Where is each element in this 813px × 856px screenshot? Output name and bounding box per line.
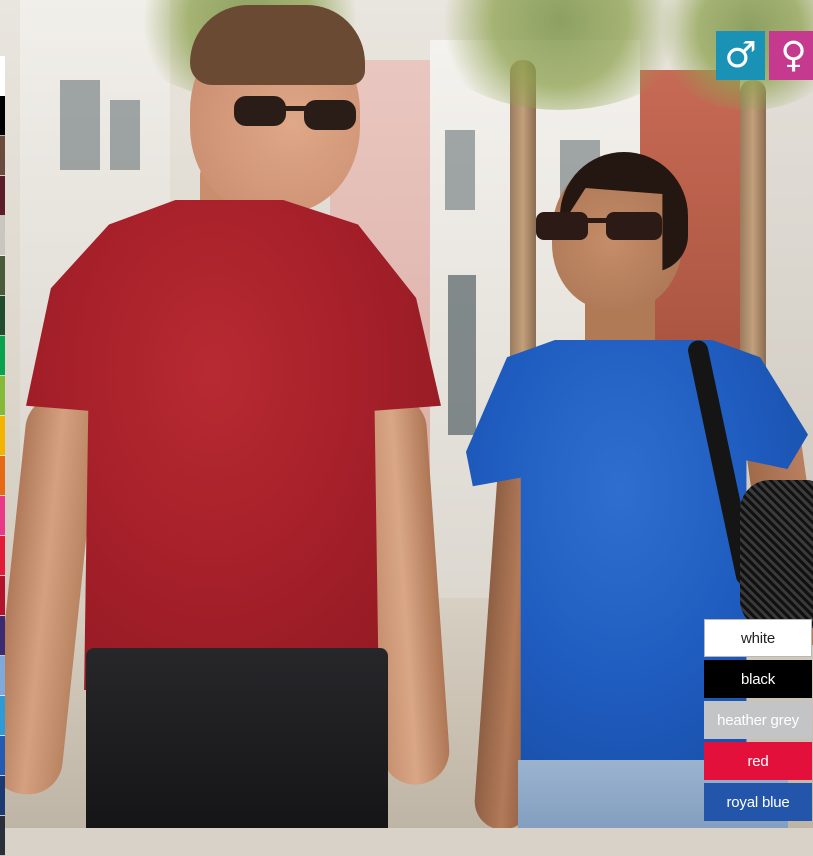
lifestyle-photo [0, 0, 813, 828]
color-legend: white black heather grey red royal blue [704, 619, 812, 821]
color-swatch[interactable] [0, 56, 5, 96]
palm-trunk [740, 80, 766, 380]
color-swatch[interactable] [0, 696, 5, 736]
color-swatch[interactable] [0, 336, 5, 376]
window [448, 275, 476, 435]
sunglasses [536, 212, 662, 240]
color-swatch[interactable] [0, 376, 5, 416]
female-icon[interactable]: ♀ [769, 31, 813, 80]
color-swatch[interactable] [0, 136, 5, 176]
color-swatch[interactable] [0, 216, 5, 256]
color-swatch[interactable] [0, 296, 5, 336]
color-swatch[interactable] [0, 776, 5, 816]
color-chip-black[interactable]: black [704, 660, 812, 698]
window [110, 100, 140, 170]
sunglasses [234, 96, 356, 130]
color-swatch[interactable] [0, 176, 5, 216]
color-chip-heather-grey[interactable]: heather grey [704, 701, 812, 739]
color-swatch[interactable] [0, 536, 5, 576]
color-swatch[interactable] [0, 456, 5, 496]
color-swatch[interactable] [0, 616, 5, 656]
color-swatch[interactable] [0, 656, 5, 696]
window [60, 80, 100, 170]
window [445, 130, 475, 210]
color-swatch[interactable] [0, 496, 5, 536]
color-swatch[interactable] [0, 416, 5, 456]
color-swatch[interactable] [0, 256, 5, 296]
color-swatch-strip [0, 56, 5, 856]
color-chip-red[interactable]: red [704, 742, 812, 780]
color-swatch[interactable] [0, 96, 5, 136]
color-swatch[interactable] [0, 816, 5, 856]
man-hair [190, 5, 365, 85]
man-trousers [86, 648, 388, 828]
color-swatch[interactable] [0, 736, 5, 776]
color-chip-white[interactable]: white [704, 619, 812, 657]
net-bag [740, 480, 813, 630]
color-chip-royal-blue[interactable]: royal blue [704, 783, 812, 821]
gender-icons: ♂ ♀ [716, 31, 813, 80]
male-icon[interactable]: ♂ [716, 31, 765, 80]
color-swatch[interactable] [0, 576, 5, 616]
